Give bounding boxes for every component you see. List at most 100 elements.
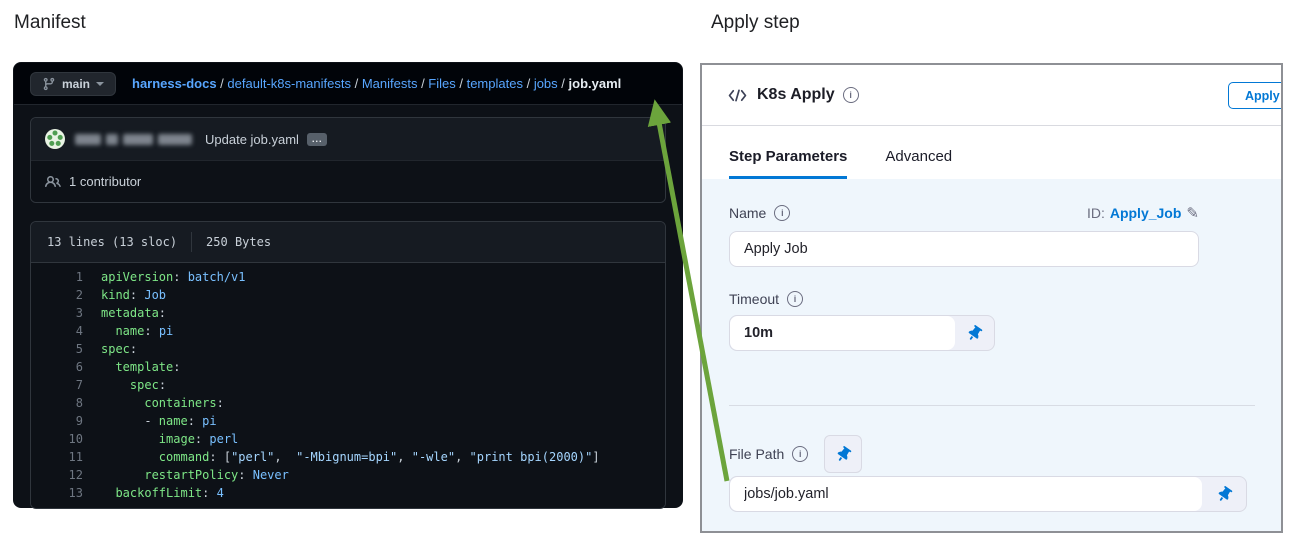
tab-advanced[interactable]: Advanced: [885, 148, 952, 179]
line-number[interactable]: 7: [31, 376, 101, 394]
step-tabs: Step Parameters Advanced: [702, 126, 1281, 179]
github-file-panel: main harness-docs / default-k8s-manifest…: [14, 63, 682, 507]
timeout-label: Timeout i: [729, 291, 803, 307]
file-path-label-text: File Path: [729, 446, 784, 462]
breadcrumb-link[interactable]: jobs: [534, 76, 558, 91]
line-number[interactable]: 4: [31, 322, 101, 340]
line-number[interactable]: 1: [31, 268, 101, 286]
breadcrumb-current-file: job.yaml: [569, 76, 622, 91]
info-icon[interactable]: i: [843, 87, 859, 103]
chevron-down-icon: [96, 82, 104, 86]
breadcrumb-separator: /: [217, 76, 228, 91]
code-text: spec:: [101, 340, 137, 358]
code-text: containers:: [101, 394, 224, 412]
code-text: backoffLimit: 4: [101, 484, 224, 502]
timeout-label-text: Timeout: [729, 291, 779, 307]
git-branch-icon: [42, 77, 56, 91]
code-text: - name: pi: [101, 412, 217, 430]
breadcrumb-separator: /: [456, 76, 467, 91]
line-number[interactable]: 13: [31, 484, 101, 502]
code-lines: 1apiVersion: batch/v12kind: Job3metadata…: [31, 263, 665, 508]
code-text: apiVersion: batch/v1: [101, 268, 246, 286]
code-line: 8 containers:: [31, 394, 665, 412]
contributors-row: 1 contributor: [31, 160, 665, 202]
code-text: template:: [101, 358, 180, 376]
code-text: restartPolicy: Never: [101, 466, 289, 484]
name-label-text: Name: [729, 205, 766, 221]
name-input[interactable]: [729, 231, 1199, 267]
file-path-label: File Path i: [729, 446, 808, 462]
code-text: kind: Job: [101, 286, 166, 304]
file-meta-bar: 13 lines (13 sloc) 250 Bytes: [31, 222, 665, 263]
breadcrumb-link[interactable]: default-k8s-manifests: [227, 76, 351, 91]
breadcrumb-link[interactable]: templates: [467, 76, 523, 91]
tab-step-parameters[interactable]: Step Parameters: [729, 148, 847, 179]
line-number[interactable]: 8: [31, 394, 101, 412]
breadcrumb: harness-docs / default-k8s-manifests / M…: [132, 76, 621, 91]
commit-message[interactable]: Update job.yaml: [205, 132, 299, 147]
branch-selector-button[interactable]: main: [30, 72, 116, 96]
code-text: image: perl: [101, 430, 238, 448]
code-line: 12 restartPolicy: Never: [31, 466, 665, 484]
file-lines-count: 13 lines (13 sloc): [47, 235, 177, 249]
file-path-input[interactable]: [730, 477, 1202, 511]
redacted-author-name: [75, 134, 197, 145]
branch-name: main: [62, 77, 90, 91]
breadcrumb-link[interactable]: Files: [428, 76, 455, 91]
github-file-header-bar: main harness-docs / default-k8s-manifest…: [14, 63, 682, 105]
line-number[interactable]: 9: [31, 412, 101, 430]
fixed-value-pin-icon[interactable]: [1202, 477, 1246, 511]
code-text: metadata:: [101, 304, 166, 322]
apply-step-heading: Apply step: [711, 12, 800, 34]
fixed-value-pin-icon[interactable]: [955, 316, 994, 350]
step-panel-header: K8s Apply i Apply: [702, 65, 1281, 126]
code-line: 13 backoffLimit: 4: [31, 484, 665, 502]
latest-commit-box: Update job.yaml ... 1 contributor: [30, 117, 666, 203]
step-parameters-content: Name i ID: Apply_Job ✎ Timeout i: [702, 179, 1281, 532]
breadcrumb-separator: /: [417, 76, 428, 91]
line-number[interactable]: 11: [31, 448, 101, 466]
line-number[interactable]: 5: [31, 340, 101, 358]
line-number[interactable]: 3: [31, 304, 101, 322]
info-icon[interactable]: i: [774, 205, 790, 221]
code-line: 1apiVersion: batch/v1: [31, 268, 665, 286]
id-label: ID:: [1087, 205, 1105, 221]
code-text: name: pi: [101, 322, 173, 340]
edit-id-pencil-icon[interactable]: ✎: [1186, 204, 1199, 222]
breadcrumb-separator: /: [351, 76, 362, 91]
avatar[interactable]: [45, 129, 65, 149]
commit-row: Update job.yaml ...: [31, 118, 665, 160]
timeout-field-group: [729, 315, 995, 351]
code-line: 5spec:: [31, 340, 665, 358]
line-number[interactable]: 12: [31, 466, 101, 484]
step-title: K8s Apply: [757, 86, 835, 104]
info-icon[interactable]: i: [787, 291, 803, 307]
code-text: spec:: [101, 376, 166, 394]
breadcrumb-separator: /: [558, 76, 569, 91]
divider: [191, 232, 192, 252]
timeout-input[interactable]: [730, 316, 955, 350]
section-divider: [729, 405, 1255, 406]
file-content-box: 13 lines (13 sloc) 250 Bytes 1apiVersion…: [30, 221, 666, 509]
code-line: 4 name: pi: [31, 322, 665, 340]
fixed-value-pin-button[interactable]: [824, 435, 862, 473]
step-id-group: ID: Apply_Job ✎: [1087, 204, 1199, 222]
step-id-link[interactable]: Apply_Job: [1110, 205, 1182, 221]
code-step-icon: [728, 88, 747, 103]
breadcrumb-link[interactable]: Manifests: [362, 76, 418, 91]
apply-changes-button[interactable]: Apply: [1228, 82, 1283, 109]
line-number[interactable]: 10: [31, 430, 101, 448]
line-number[interactable]: 6: [31, 358, 101, 376]
contributor-count[interactable]: 1 contributor: [69, 174, 141, 189]
code-line: 10 image: perl: [31, 430, 665, 448]
manifest-heading: Manifest: [14, 12, 86, 34]
commit-ellipsis-button[interactable]: ...: [307, 133, 328, 146]
line-number[interactable]: 2: [31, 286, 101, 304]
breadcrumb-link[interactable]: harness-docs: [132, 76, 217, 91]
code-line: 6 template:: [31, 358, 665, 376]
file-size: 250 Bytes: [206, 235, 271, 249]
code-text: command: ["perl", "-Mbignum=bpi", "-wle"…: [101, 448, 600, 466]
info-icon[interactable]: i: [792, 446, 808, 462]
k8s-apply-step-panel: K8s Apply i Apply Step Parameters Advanc…: [700, 63, 1283, 533]
name-field-block: Name i ID: Apply_Job ✎: [729, 203, 1199, 267]
